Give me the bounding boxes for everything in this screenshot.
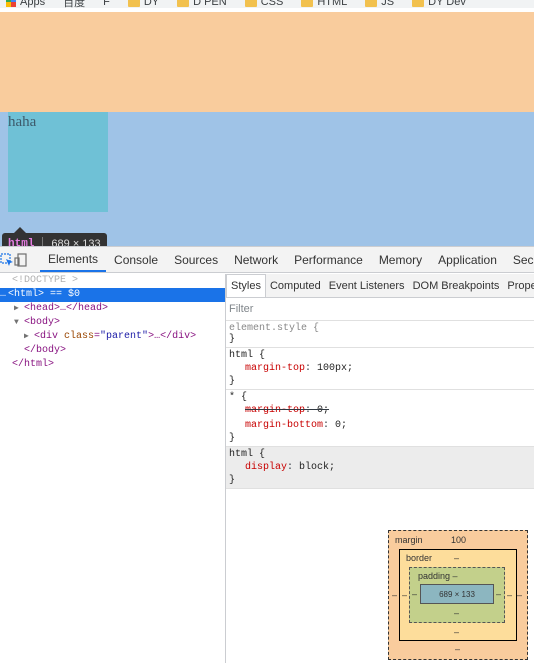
- dom-body[interactable]: ▼ <body>: [0, 316, 225, 330]
- bookmark-folder-dpen[interactable]: D PEN: [171, 0, 233, 8]
- device-toggle-button[interactable]: [14, 247, 28, 272]
- border-right-value[interactable]: –: [507, 590, 512, 600]
- tab-elements[interactable]: Elements: [40, 247, 107, 272]
- rule-property: display: block;: [245, 462, 336, 473]
- style-rule-html: html { margin-top: 100px; }: [226, 348, 534, 390]
- elements-tree: <!DOCTYPE > … <html> == $0 ▶ <head>…</head…: [0, 274, 226, 663]
- padding-bottom-value[interactable]: –: [454, 608, 459, 618]
- rule-selector: element.style {: [229, 323, 320, 334]
- border-left-value[interactable]: –: [402, 590, 407, 600]
- rule-close: }: [229, 334, 236, 345]
- apps-icon: [6, 0, 16, 7]
- dom-div-parent[interactable]: ▶ <div class="parent">…</div>: [0, 330, 225, 344]
- margin-highlight: [0, 12, 534, 112]
- tab-console[interactable]: Console: [106, 247, 166, 272]
- margin-left-value[interactable]: –: [392, 590, 397, 600]
- expand-triangle-icon[interactable]: ▶: [24, 330, 34, 344]
- folder-icon: [412, 0, 425, 7]
- bookmark-folder-dydev[interactable]: DY Dev: [406, 0, 472, 8]
- margin-bottom-value[interactable]: –: [455, 644, 460, 654]
- dom-head[interactable]: ▶ <head>…</head>: [0, 302, 225, 316]
- border-top-value[interactable]: –: [454, 553, 459, 563]
- border-bottom-value[interactable]: –: [454, 627, 459, 637]
- tab-performance[interactable]: Performance: [286, 247, 371, 272]
- inspect-element-button[interactable]: [0, 247, 14, 272]
- tab-security[interactable]: Secur: [505, 247, 534, 272]
- page-viewport: haha html 689 × 133: [0, 12, 534, 252]
- box-model-border: border – – – – padding – – – – 689 × 133: [399, 549, 517, 641]
- rule-close: }: [229, 376, 236, 387]
- style-rule-useragent: html { display: block; }: [226, 447, 534, 489]
- folder-icon: [127, 0, 140, 7]
- rule-property-overridden[interactable]: margin-top: 0;: [229, 403, 531, 418]
- rule-close: }: [229, 433, 236, 444]
- margin-right-value[interactable]: –: [517, 590, 522, 600]
- padding-label: padding –: [418, 571, 458, 581]
- rule-property[interactable]: margin-top: 100px;: [229, 361, 531, 376]
- bookmark-apps[interactable]: Apps: [0, 0, 51, 8]
- padding-right-value[interactable]: –: [496, 589, 501, 599]
- bookmark-f[interactable]: F: [97, 0, 116, 8]
- bookmark-folder-dy[interactable]: DY: [122, 0, 165, 8]
- rule-close: }: [229, 475, 236, 486]
- box-model-padding: padding – – – – 689 × 133: [409, 567, 505, 623]
- dom-html-close[interactable]: </html>: [0, 358, 225, 372]
- devtools-tabbar: Elements Console Sources Network Perform…: [0, 247, 534, 273]
- collapse-triangle-icon[interactable]: ▼: [14, 316, 24, 330]
- folder-icon: [365, 0, 378, 7]
- dom-doctype[interactable]: <!DOCTYPE >: [0, 274, 225, 288]
- margin-top-value[interactable]: 100: [451, 535, 466, 545]
- bookmark-folder-js[interactable]: JS: [359, 0, 400, 8]
- bookmark-folder-css[interactable]: CSS: [239, 0, 290, 8]
- tab-network[interactable]: Network: [226, 247, 286, 272]
- folder-icon: [301, 0, 314, 7]
- box-model-content[interactable]: 689 × 133: [420, 584, 494, 604]
- devtools-panel: Elements Console Sources Network Perform…: [0, 246, 534, 663]
- style-rule-element: element.style { }: [226, 321, 534, 348]
- box-model-diagram: margin 100 – – – border – – – – padding …: [388, 530, 528, 660]
- rule-selector: html {: [229, 449, 266, 460]
- border-label: border: [406, 553, 433, 563]
- subtab-computed[interactable]: Computed: [266, 274, 325, 297]
- child-text: haha: [8, 114, 37, 130]
- subtab-styles[interactable]: Styles: [226, 274, 266, 297]
- tab-application[interactable]: Application: [430, 247, 505, 272]
- styles-sidebar: Styles Computed Event Listeners DOM Brea…: [226, 274, 534, 663]
- styles-filter-input[interactable]: Filter: [226, 298, 534, 321]
- folder-icon: [244, 0, 257, 7]
- bookmark-baidu[interactable]: 百度: [57, 0, 91, 8]
- margin-label: margin: [395, 535, 423, 545]
- bookmark-folder-html[interactable]: HTML: [295, 0, 353, 8]
- subtab-dom-breakpoints[interactable]: DOM Breakpoints: [409, 274, 504, 297]
- folder-icon: [177, 0, 190, 7]
- dom-body-close[interactable]: </body>: [0, 344, 225, 358]
- styles-subtabs: Styles Computed Event Listeners DOM Brea…: [226, 274, 534, 298]
- tab-memory[interactable]: Memory: [371, 247, 430, 272]
- style-rule-universal: * { margin-top: 0; margin-bottom: 0; }: [226, 390, 534, 447]
- subtab-event-listeners[interactable]: Event Listeners: [325, 274, 409, 297]
- expand-triangle-icon[interactable]: ▶: [14, 302, 24, 316]
- rule-selector: html {: [229, 350, 266, 361]
- inspect-icon: [0, 252, 13, 266]
- subtab-properties[interactable]: Propert: [503, 274, 534, 297]
- rule-property[interactable]: margin-bottom: 0;: [229, 418, 531, 433]
- dom-html-selected[interactable]: … <html> == $0: [0, 288, 225, 302]
- padding-left-value[interactable]: –: [412, 589, 417, 599]
- bookmarks-bar: Apps 百度 F DY D PEN CSS HTML JS DY Dev: [0, 0, 534, 8]
- tab-sources[interactable]: Sources: [166, 247, 226, 272]
- rule-selector: * {: [229, 392, 248, 403]
- device-icon: [14, 252, 27, 267]
